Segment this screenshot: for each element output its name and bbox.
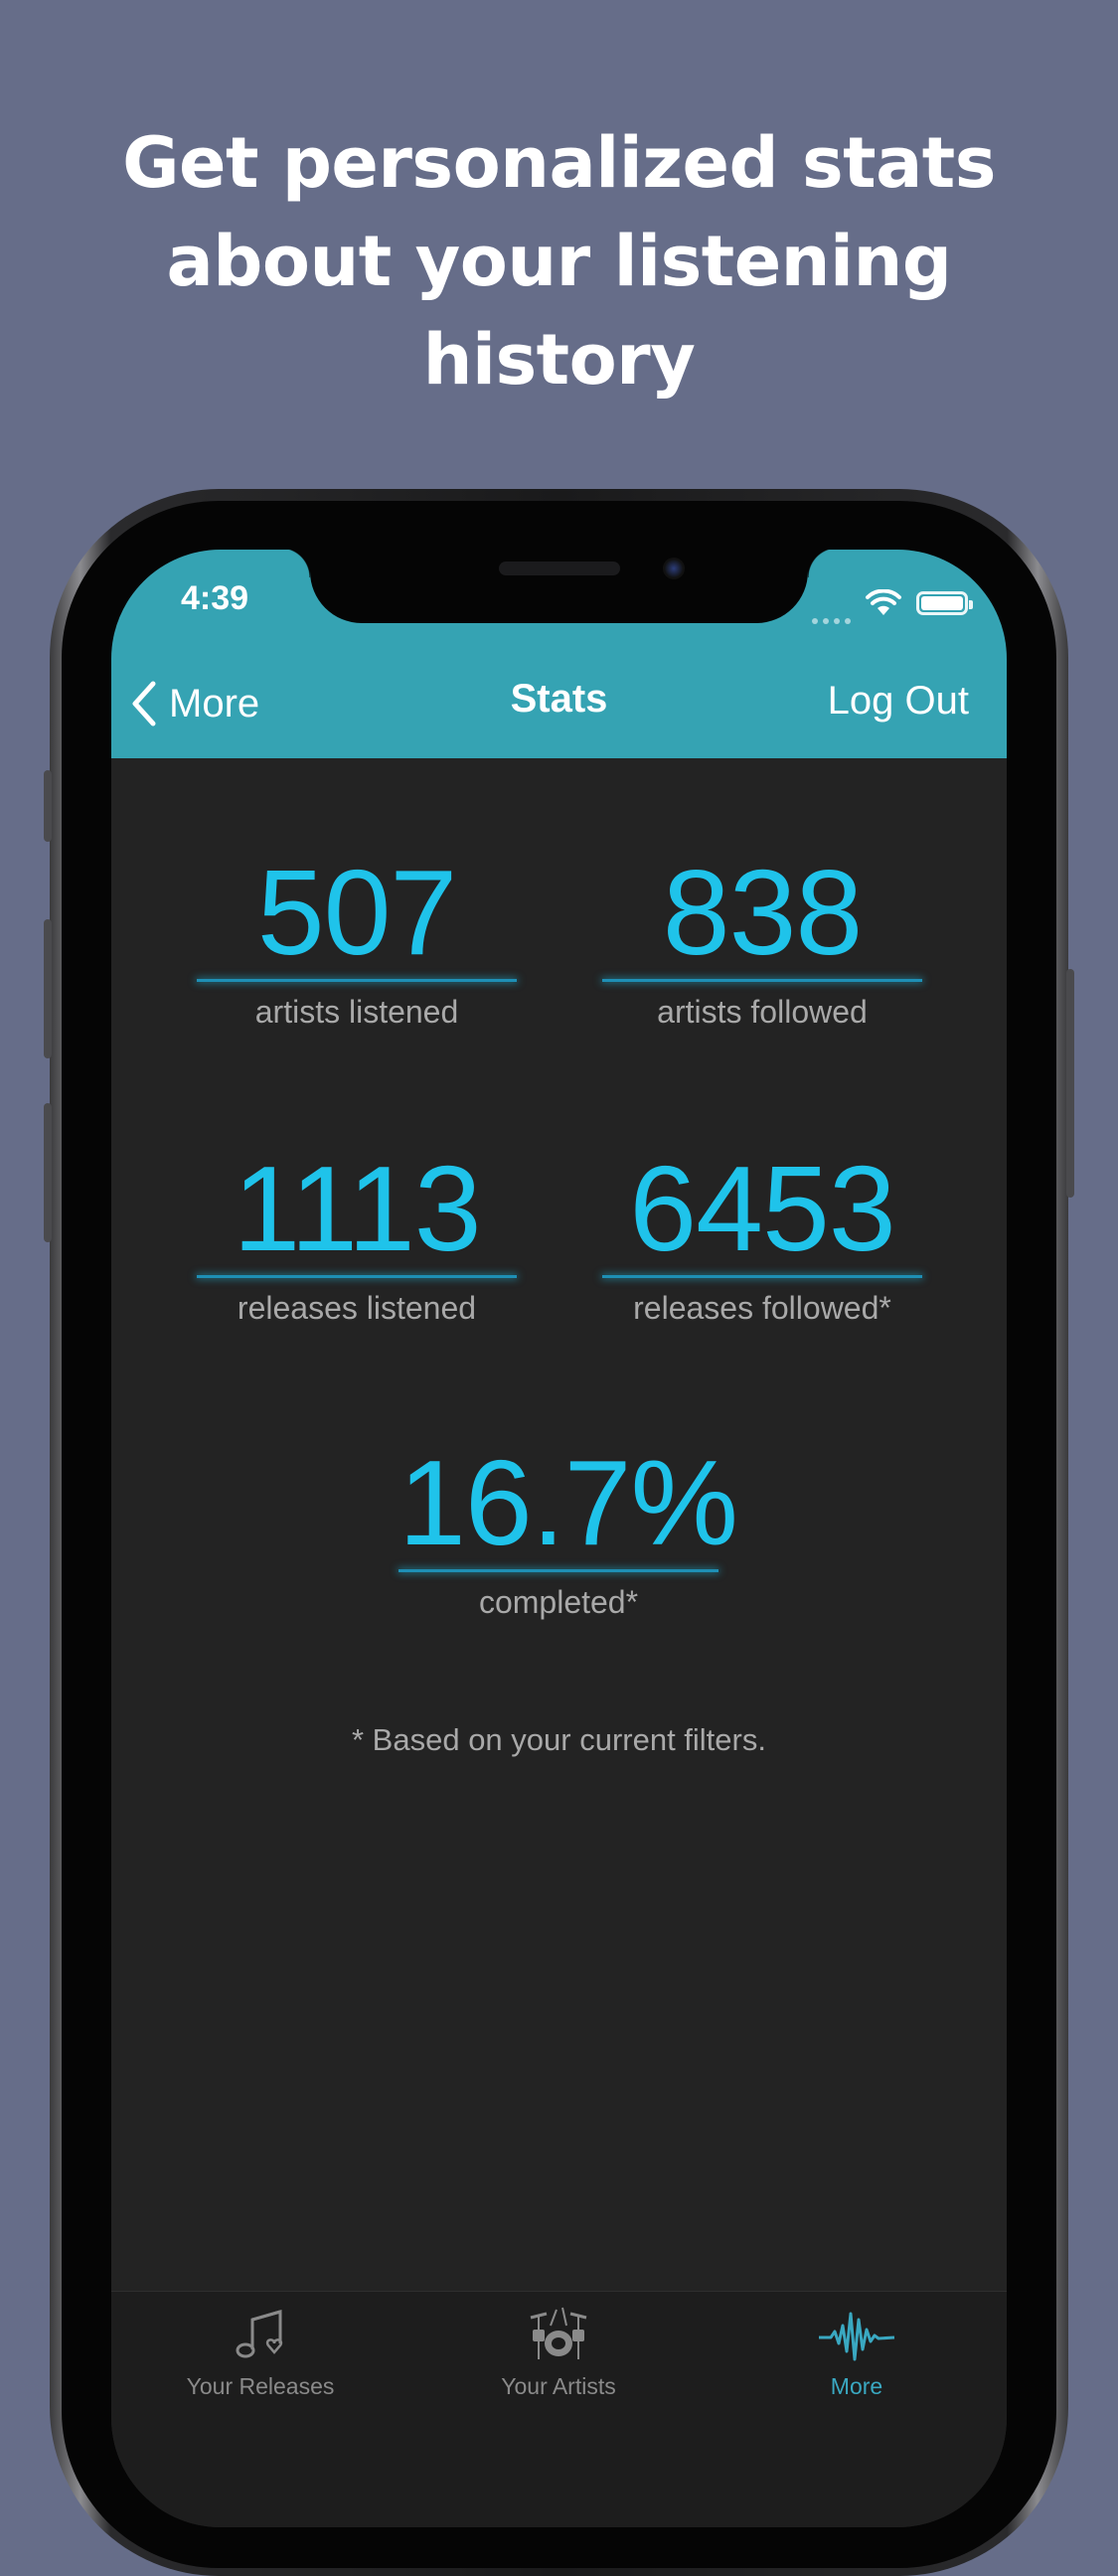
tab-label: Your Artists [501,2373,616,2399]
stat-label: artists listened [254,994,459,1030]
headline-line-3: history [422,319,696,401]
stat-label: artists followed [657,994,868,1030]
stat-completed: 16.7% completed* [399,1435,738,1621]
stat-releases-listened: 1113 releases listened [197,1144,517,1327]
stat-value: 6453 [629,1141,895,1276]
volume-down-button [44,1103,52,1242]
cellular-signal-icon [812,609,856,624]
stat-label: completed* [478,1584,639,1620]
stat-value: 507 [256,845,458,980]
power-button [1066,969,1074,1198]
headline-line-1: Get personalized stats [122,122,996,204]
volume-up-button [44,919,52,1058]
stat-label: releases listened [237,1290,477,1326]
headline-line-2: about your listening [166,221,952,302]
waveform-icon [819,2312,895,2361]
tab-label: Your Releases [186,2373,335,2399]
tab-your-releases[interactable]: Your Releases [161,2306,360,2400]
stat-value: 838 [662,845,864,980]
wifi-icon [866,589,901,615]
music-notes-icon [236,2310,283,2358]
front-camera [663,558,685,579]
notch [280,550,838,623]
battery-icon [916,591,973,615]
stat-label: releases followed* [633,1290,891,1326]
stat-value: 16.7% [399,1435,738,1570]
stat-artists-listened: 507 artists listened [197,848,517,1031]
filters-footnote: * Based on your current filters. [352,1722,766,1757]
mute-switch [44,770,52,842]
tab-bar: Your Releases Your Artists More [111,2291,1007,2527]
phone-screen: 4:39 More Stats Log Out 507 artists list… [111,550,1007,2527]
tab-label: More [830,2373,883,2399]
drum-kit-icon [530,2307,587,2359]
stat-releases-followed: 6453 releases followed* [602,1144,922,1327]
stat-value: 1113 [233,1141,481,1276]
log-out-button[interactable]: Log Out [828,679,969,724]
earpiece-speaker [499,562,620,575]
tab-more[interactable]: More [757,2306,956,2400]
tab-your-artists[interactable]: Your Artists [459,2306,658,2400]
headline: Get personalized stats about your listen… [0,114,1118,409]
status-time: 4:39 [181,579,249,617]
stat-artists-followed: 838 artists followed [602,848,922,1031]
